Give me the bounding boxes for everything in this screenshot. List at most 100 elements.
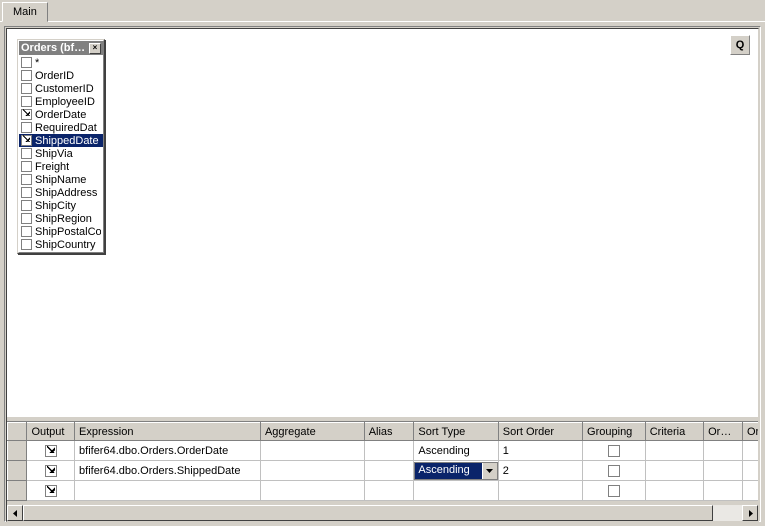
output-checkbox[interactable] bbox=[45, 465, 57, 477]
cell-or[interactable] bbox=[704, 441, 743, 461]
col-sort-type[interactable]: Sort Type bbox=[414, 423, 498, 441]
col-alias[interactable]: Alias bbox=[364, 423, 414, 441]
cell-output[interactable] bbox=[27, 481, 75, 501]
field-checkbox[interactable] bbox=[21, 83, 32, 94]
field-row[interactable]: EmployeeID bbox=[19, 95, 103, 108]
row-header[interactable] bbox=[8, 441, 27, 461]
cell-criteria[interactable] bbox=[645, 461, 703, 481]
criteria-grid[interactable]: Output Expression Aggregate Alias Sort T… bbox=[7, 422, 758, 505]
field-row[interactable]: ShipPostalCo bbox=[19, 225, 103, 238]
grouping-checkbox[interactable] bbox=[608, 485, 620, 497]
output-checkbox[interactable] bbox=[45, 445, 57, 457]
sort-type-combo[interactable]: Ascending bbox=[414, 462, 497, 480]
col-sort-order[interactable]: Sort Order bbox=[498, 423, 582, 441]
field-checkbox[interactable] bbox=[21, 226, 32, 237]
diagram-area[interactable]: Q Orders (bf… × *OrderIDCustomerIDEmploy… bbox=[7, 29, 758, 417]
chevron-down-icon[interactable] bbox=[482, 463, 497, 479]
scroll-thumb[interactable] bbox=[23, 505, 713, 521]
cell-or[interactable] bbox=[704, 481, 743, 501]
scroll-left-button[interactable] bbox=[7, 505, 23, 521]
scroll-right-button[interactable] bbox=[742, 505, 758, 521]
table-row bbox=[8, 481, 759, 501]
cell-sort-order[interactable] bbox=[498, 481, 582, 501]
cell-aggregate[interactable] bbox=[260, 441, 364, 461]
field-row[interactable]: OrderID bbox=[19, 69, 103, 82]
col-expression[interactable]: Expression bbox=[75, 423, 261, 441]
app-window: Main Q Orders (bf… × *OrderIDCustomerIDE… bbox=[0, 0, 766, 527]
field-row[interactable]: ShipRegion bbox=[19, 212, 103, 225]
close-icon[interactable]: × bbox=[89, 43, 101, 54]
row-header[interactable] bbox=[8, 461, 27, 481]
cell-sort-type[interactable]: AscendingAscendingDescending bbox=[414, 461, 498, 481]
cell-or[interactable] bbox=[743, 461, 759, 481]
cell-aggregate[interactable] bbox=[260, 481, 364, 501]
cell-or[interactable] bbox=[743, 441, 759, 461]
cell-expression[interactable]: bfifer64.dbo.Orders.OrderDate bbox=[75, 441, 261, 461]
field-row[interactable]: ShippedDate bbox=[19, 134, 103, 147]
table-window-titlebar[interactable]: Orders (bf… × bbox=[19, 41, 103, 55]
field-checkbox[interactable] bbox=[21, 187, 32, 198]
field-checkbox[interactable] bbox=[21, 109, 32, 120]
grouping-checkbox[interactable] bbox=[608, 465, 620, 477]
field-row[interactable]: ShipCity bbox=[19, 199, 103, 212]
field-checkbox[interactable] bbox=[21, 200, 32, 211]
field-row[interactable]: CustomerID bbox=[19, 82, 103, 95]
field-checkbox[interactable] bbox=[21, 148, 32, 159]
table-orders-window[interactable]: Orders (bf… × *OrderIDCustomerIDEmployee… bbox=[17, 39, 105, 254]
cell-grouping[interactable] bbox=[583, 441, 646, 461]
field-checkbox[interactable] bbox=[21, 135, 32, 146]
field-label: ShipCountry bbox=[35, 239, 96, 251]
query-icon-button[interactable]: Q bbox=[730, 35, 750, 55]
cell-expression[interactable] bbox=[75, 481, 261, 501]
col-aggregate[interactable]: Aggregate bbox=[260, 423, 364, 441]
col-criteria[interactable]: Criteria bbox=[645, 423, 703, 441]
cell-output[interactable] bbox=[27, 441, 75, 461]
cell-sort-order[interactable]: 2 bbox=[498, 461, 582, 481]
cell-grouping[interactable] bbox=[583, 481, 646, 501]
col-or1[interactable]: Or… bbox=[704, 423, 743, 441]
cell-sort-type[interactable] bbox=[414, 481, 498, 501]
tab-main[interactable]: Main bbox=[2, 2, 48, 22]
cell-alias[interactable] bbox=[364, 441, 414, 461]
cell-aggregate[interactable] bbox=[260, 461, 364, 481]
field-row[interactable]: ShipAddress bbox=[19, 186, 103, 199]
field-row[interactable]: ShipCountry bbox=[19, 238, 103, 251]
grid-header-row: Output Expression Aggregate Alias Sort T… bbox=[8, 423, 759, 441]
field-row[interactable]: OrderDate bbox=[19, 108, 103, 121]
cell-sort-order[interactable]: 1 bbox=[498, 441, 582, 461]
cell-or[interactable] bbox=[704, 461, 743, 481]
field-checkbox[interactable] bbox=[21, 57, 32, 68]
scroll-track[interactable] bbox=[23, 505, 742, 521]
cell-criteria[interactable] bbox=[645, 441, 703, 461]
sort-type-dropdown[interactable]: AscendingDescending bbox=[414, 480, 497, 481]
cell-output[interactable] bbox=[27, 461, 75, 481]
field-label: EmployeeID bbox=[35, 96, 95, 108]
cell-grouping[interactable] bbox=[583, 461, 646, 481]
field-checkbox[interactable] bbox=[21, 213, 32, 224]
cell-sort-type[interactable]: Ascending bbox=[414, 441, 498, 461]
field-row[interactable]: Freight bbox=[19, 160, 103, 173]
col-output[interactable]: Output bbox=[27, 423, 75, 441]
field-checkbox[interactable] bbox=[21, 122, 32, 133]
row-header[interactable] bbox=[8, 481, 27, 501]
col-grouping[interactable]: Grouping bbox=[583, 423, 646, 441]
field-row[interactable]: ShipName bbox=[19, 173, 103, 186]
field-checkbox[interactable] bbox=[21, 161, 32, 172]
field-checkbox[interactable] bbox=[21, 239, 32, 250]
field-checkbox[interactable] bbox=[21, 96, 32, 107]
cell-or[interactable] bbox=[743, 481, 759, 501]
grouping-checkbox[interactable] bbox=[608, 445, 620, 457]
cell-expression[interactable]: bfifer64.dbo.Orders.ShippedDate bbox=[75, 461, 261, 481]
col-or2[interactable]: Or… bbox=[743, 423, 759, 441]
criteria-grid-wrap: Output Expression Aggregate Alias Sort T… bbox=[7, 421, 758, 505]
field-checkbox[interactable] bbox=[21, 174, 32, 185]
field-checkbox[interactable] bbox=[21, 70, 32, 81]
field-row[interactable]: ShipVia bbox=[19, 147, 103, 160]
output-checkbox[interactable] bbox=[45, 485, 57, 497]
horizontal-scrollbar[interactable] bbox=[7, 505, 758, 521]
cell-criteria[interactable] bbox=[645, 481, 703, 501]
cell-alias[interactable] bbox=[364, 461, 414, 481]
cell-alias[interactable] bbox=[364, 481, 414, 501]
field-row[interactable]: * bbox=[19, 56, 103, 69]
field-row[interactable]: RequiredDat bbox=[19, 121, 103, 134]
